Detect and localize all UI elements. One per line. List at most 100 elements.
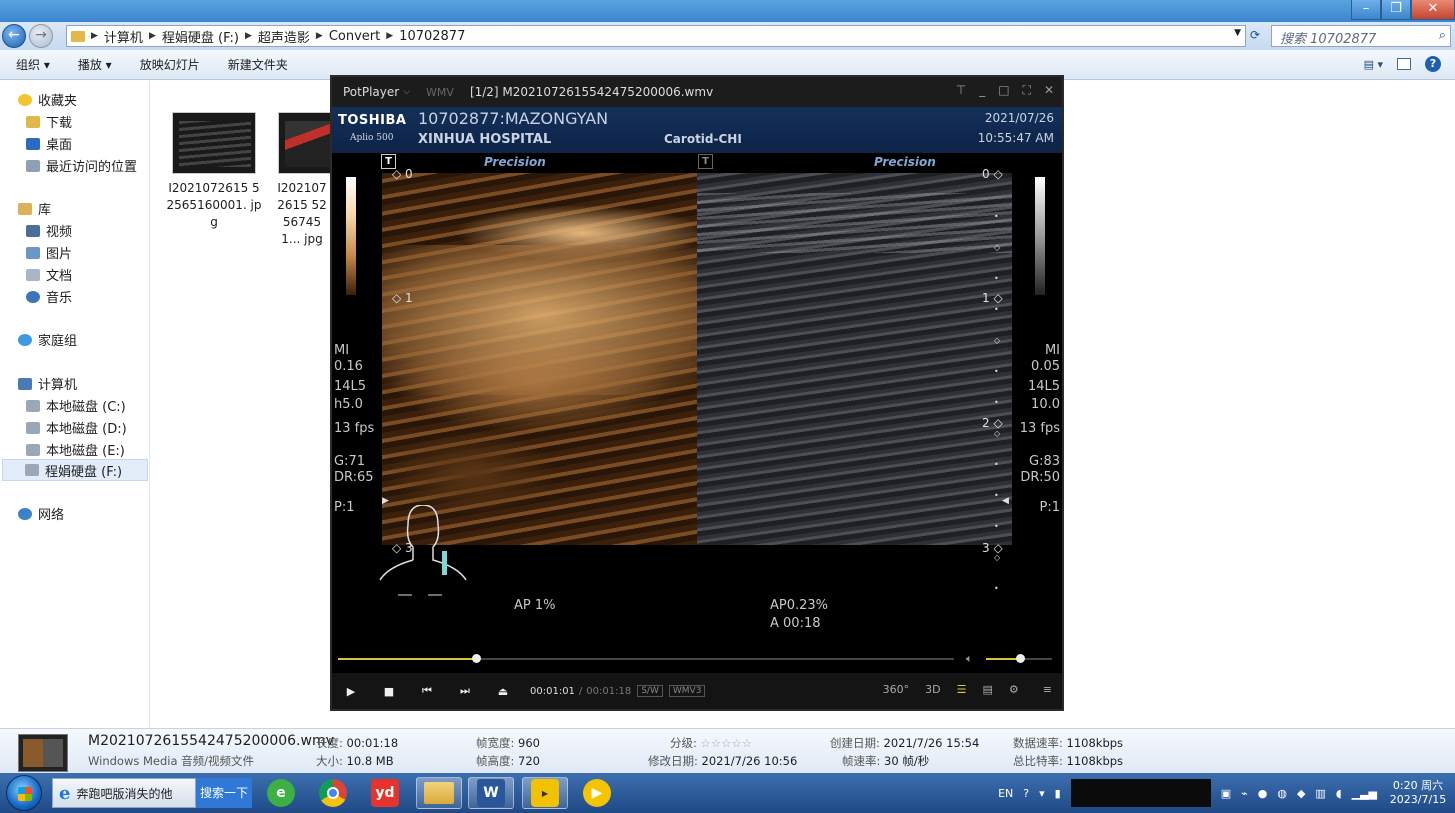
chevron-down-icon[interactable]: ⌵ [403, 87, 410, 97]
vr-360-button[interactable]: 360° [883, 683, 910, 696]
volume-control[interactable]: 🔈︎ [964, 652, 1054, 666]
stop-icon[interactable]: ■ [370, 685, 408, 698]
total-time: 00:01:18 [586, 685, 632, 697]
taskbar-app-word[interactable]: W [468, 777, 514, 809]
volume-slider[interactable] [986, 654, 1052, 663]
decoder-tag[interactable]: S/W [637, 685, 663, 697]
pin-icon[interactable]: ⊤ [956, 83, 966, 98]
playlist-search-icon[interactable]: ☰ [957, 683, 967, 696]
volume-handle[interactable] [1016, 654, 1025, 663]
forward-button[interactable]: → [29, 24, 53, 48]
search-icon[interactable]: ⌕ [1439, 28, 1446, 43]
taskbar-app-explorer[interactable] [416, 777, 462, 809]
play-icon[interactable]: ▶ [332, 685, 370, 698]
file-thumbnail[interactable] [172, 112, 256, 174]
preview-pane-icon[interactable] [1397, 58, 1411, 70]
folder-tray-icon[interactable]: ▣ [1221, 787, 1231, 800]
sidebar-item-drive-d[interactable]: 本地磁盘 (D:) [26, 418, 127, 437]
help-circle-icon[interactable]: ? [1023, 787, 1029, 800]
fullscreen-icon[interactable]: ⛶ [1023, 83, 1031, 98]
battery-icon[interactable]: ▮ [1055, 787, 1061, 800]
eject-icon[interactable]: ⏏ [484, 685, 522, 698]
new-folder-button[interactable]: 新建文件夹 [228, 56, 288, 73]
wechat-icon[interactable]: ● [1258, 787, 1268, 800]
sidebar-item-homegroup[interactable]: 家庭组 [18, 330, 77, 349]
sidebar-item-recent[interactable]: 最近访问的位置 [26, 156, 137, 175]
taskbar-app-360browser[interactable]: e [258, 777, 304, 809]
breadcrumb-computer[interactable]: 计算机 [104, 27, 143, 46]
sidebar-item-libraries[interactable]: 库 [18, 199, 51, 218]
maximize-button[interactable]: ❐ [1381, 0, 1411, 20]
sidebar-item-music[interactable]: 音乐 [26, 287, 72, 306]
sidebar-item-computer[interactable]: 计算机 [18, 374, 77, 393]
slideshow-button[interactable]: 放映幻灯片 [140, 56, 200, 73]
breadcrumb-drive-f[interactable]: 程娟硬盘 (F:) [162, 27, 239, 46]
sidebar-item-favorites[interactable]: 收藏夹 [18, 90, 77, 109]
subtitle-icon[interactable]: ▤ [983, 683, 993, 696]
seek-handle[interactable] [472, 654, 481, 663]
settings-gear-icon[interactable]: ⚙ [1009, 683, 1019, 696]
sidebar-item-drive-f[interactable]: 程娟硬盘 (F:) [2, 459, 148, 481]
seek-bar[interactable] [338, 654, 954, 663]
player-title-bar[interactable]: PotPlayer ⌵ WMV [1/2] M20210726155424752… [332, 77, 1062, 107]
play-button[interactable]: 播放 ▾ [78, 56, 112, 73]
language-indicator[interactable]: EN [998, 787, 1013, 800]
sidebar-item-desktop[interactable]: 桌面 [26, 134, 72, 153]
sidebar-item-downloads[interactable]: 下载 [26, 112, 72, 131]
details-framerate: 帧速率: 30 帧/秒 [842, 754, 930, 768]
breadcrumb-ultrasound[interactable]: 超声造影 [258, 27, 310, 46]
taskbar-search-button[interactable]: 搜索一下 [196, 778, 252, 808]
ime-icon[interactable]: ▥ [1315, 787, 1325, 800]
view-options-icon[interactable]: ▤ ▾ [1364, 58, 1383, 71]
address-bar[interactable]: ▶ 计算机 ▶ 程娟硬盘 (F:) ▶ 超声造影 ▶ Convert ▶ 107… [66, 25, 1246, 47]
sidebar-item-documents[interactable]: 文档 [26, 265, 72, 284]
taskbar-app-player2[interactable]: ▶ [574, 777, 620, 809]
help-icon[interactable]: ? [1425, 56, 1441, 72]
breadcrumb-convert[interactable]: Convert [329, 29, 380, 44]
download-folder-icon [26, 115, 40, 128]
sidebar-item-network[interactable]: 网络 [18, 504, 64, 523]
taskbar-app-chrome[interactable] [310, 777, 356, 809]
back-button[interactable]: ← [2, 24, 26, 48]
file-thumbnail[interactable] [278, 112, 334, 174]
maximize-icon[interactable]: □ [998, 83, 1009, 98]
close-icon[interactable]: ✕ [1044, 83, 1054, 98]
next-icon[interactable]: ⏭ [446, 684, 484, 698]
taskbar-app-potplayer[interactable]: ▶ [522, 777, 568, 809]
3d-button[interactable]: 3D [925, 683, 940, 696]
refresh-icon[interactable]: ⟳ [1250, 28, 1260, 42]
sidebar-item-drive-e[interactable]: 本地磁盘 (E:) [26, 440, 125, 459]
start-button[interactable] [6, 775, 42, 811]
minimize-icon[interactable]: _ [979, 83, 985, 98]
minimize-button[interactable]: – [1351, 0, 1381, 20]
tray-app-area[interactable] [1070, 779, 1211, 807]
sidebar-item-drive-c[interactable]: 本地磁盘 (C:) [26, 396, 126, 415]
green-circle-icon[interactable]: ◍ [1277, 787, 1287, 800]
menu-icon[interactable]: ≡ [1043, 683, 1052, 696]
file-name[interactable]: I2021072615 52567451... jpg [274, 180, 330, 248]
network-tray-icon[interactable]: ⌁ [1241, 787, 1248, 800]
sidebar-item-pictures[interactable]: 图片 [26, 243, 72, 262]
taskbar-browser-window[interactable]: e 奔跑吧版消失的他 [52, 778, 196, 808]
shield-icon[interactable]: ◆ [1297, 787, 1305, 800]
breadcrumb-folder[interactable]: 10702877 [399, 29, 465, 44]
video-surface[interactable]: TOSHIBA Aplio 500 10702877:MAZONGYAN XIN… [332, 107, 1062, 647]
speaker-icon[interactable]: 🔈︎ [966, 652, 973, 666]
taskbar-app-youdao[interactable]: yd [362, 777, 408, 809]
tray-expand-icon[interactable]: ▾ [1039, 787, 1045, 800]
organize-button[interactable]: 组织 ▾ [16, 56, 50, 73]
signal-icon[interactable]: ▁▃▅ [1352, 787, 1377, 800]
taskbar-clock[interactable]: 0:20 周六 2023/7/15 [1387, 779, 1449, 807]
codec-tag[interactable]: WMV3 [668, 685, 706, 697]
time-separator: / [578, 685, 583, 697]
volume-icon[interactable]: ◖ [1336, 787, 1342, 800]
player-menu-button[interactable]: PotPlayer [343, 85, 399, 99]
previous-icon[interactable]: ⏮ [408, 684, 446, 698]
close-button[interactable]: ✕ [1411, 0, 1455, 20]
search-input[interactable]: 搜索 10702877 ⌕ [1271, 25, 1451, 47]
sidebar-item-videos[interactable]: 视频 [26, 221, 72, 240]
details-rating[interactable]: 分级: ☆☆☆☆☆ [670, 735, 752, 751]
chevron-down-icon[interactable]: ▼ [1234, 28, 1241, 38]
details-width: 帧宽度: 960 [476, 736, 540, 750]
file-name[interactable]: I2021072615 52565160001. jpg [166, 180, 262, 231]
